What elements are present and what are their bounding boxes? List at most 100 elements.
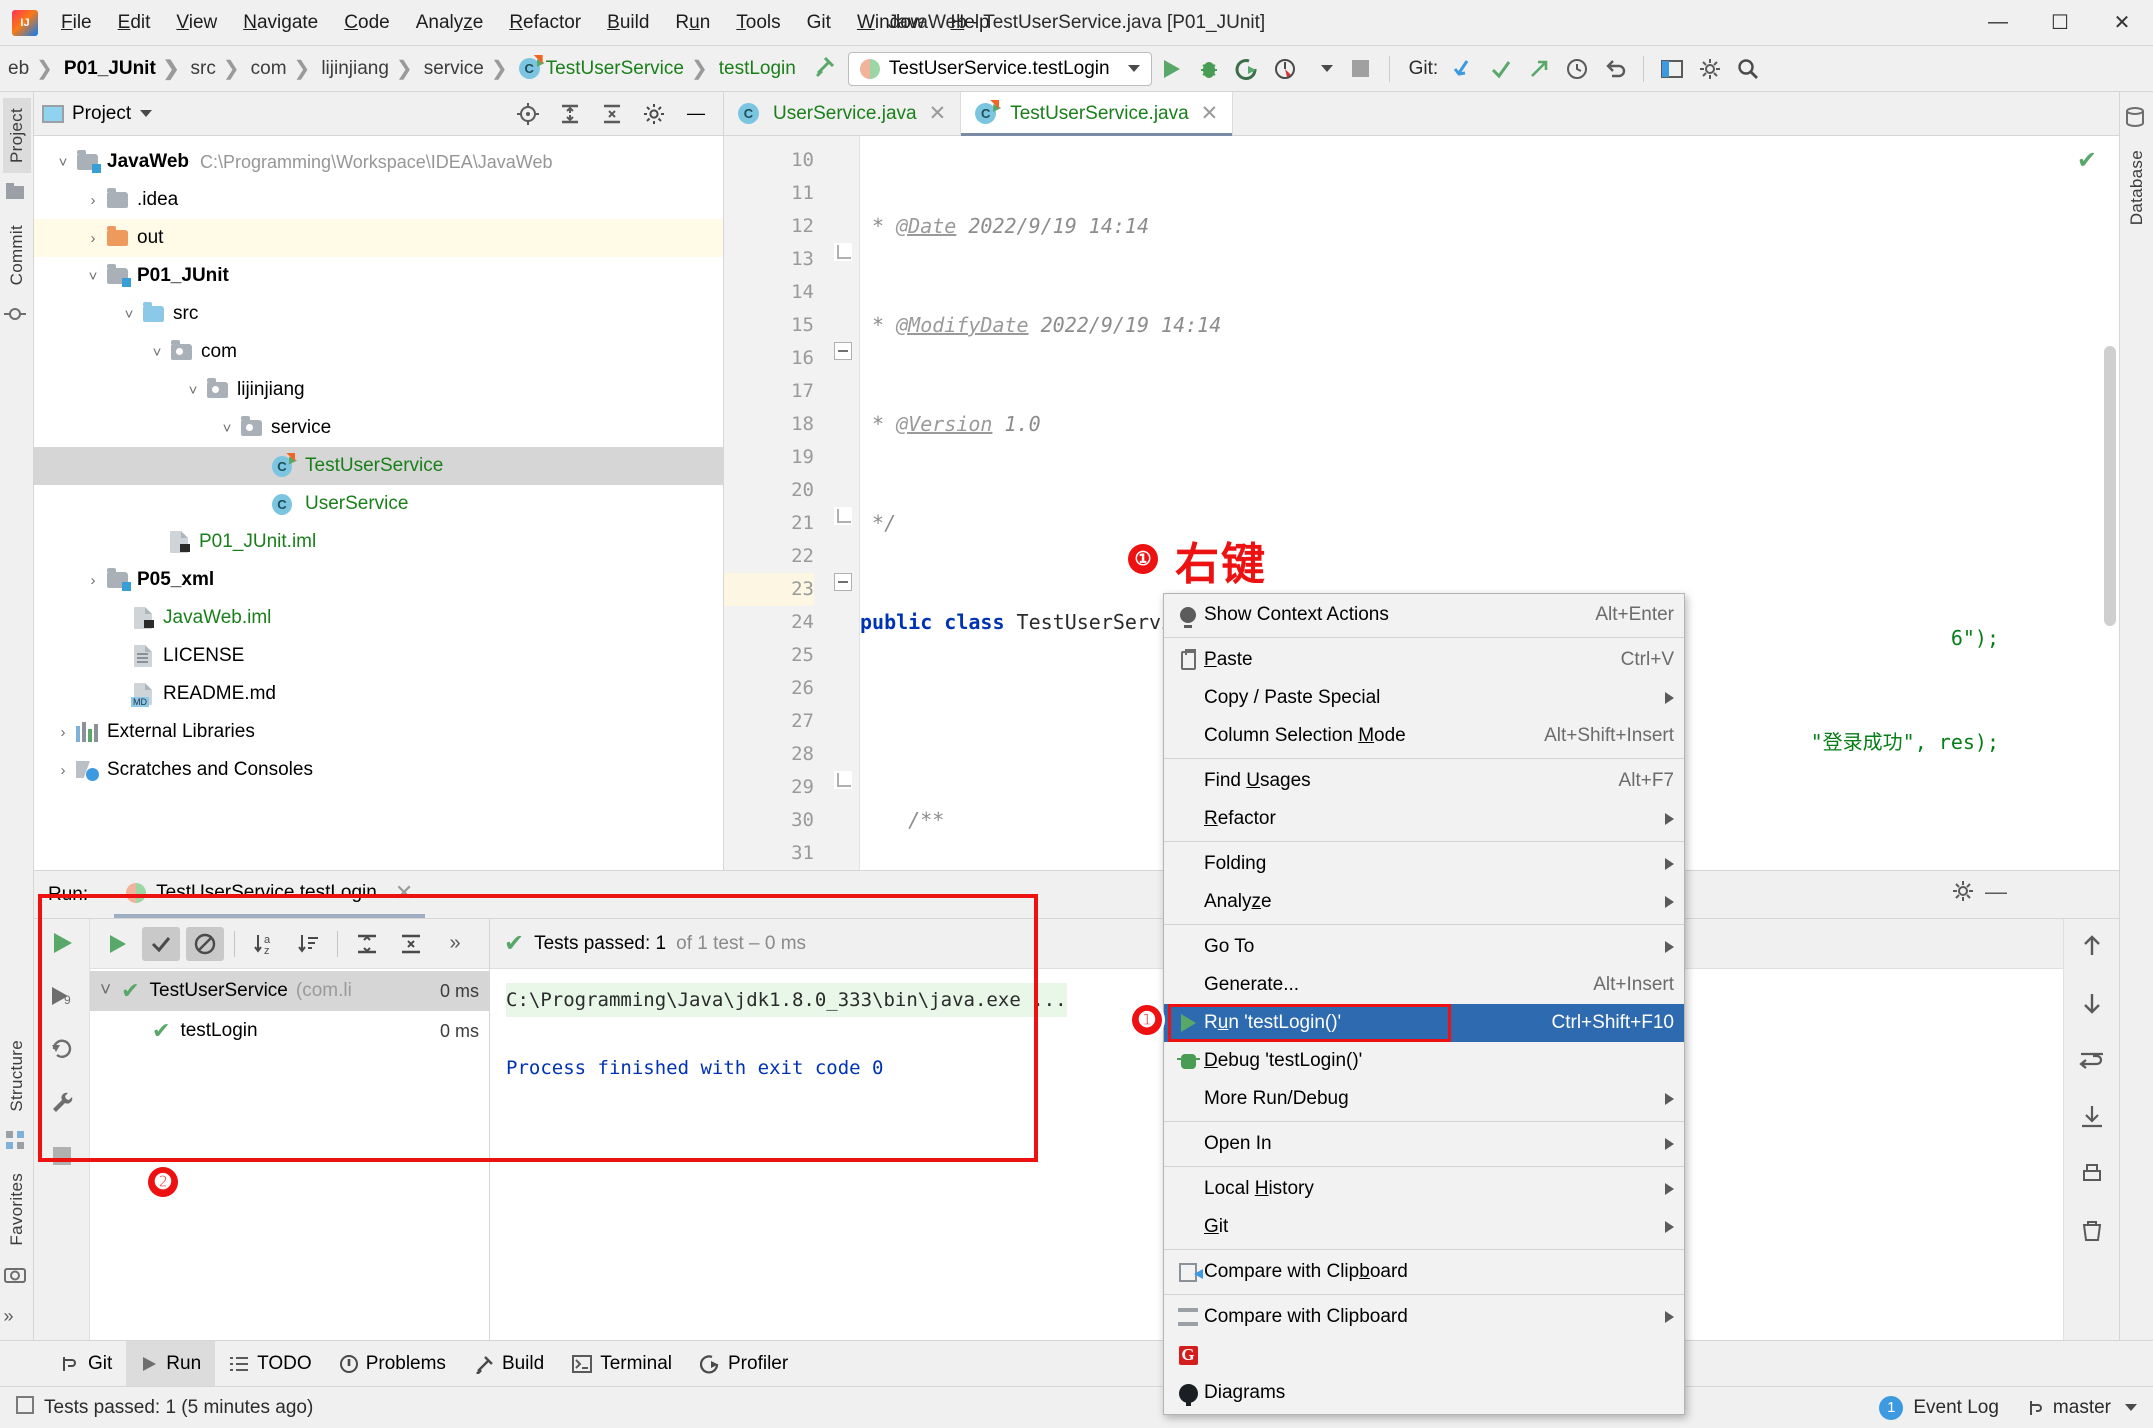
menu-git[interactable]: Git: [794, 8, 844, 38]
commit-rail-icon[interactable]: [3, 303, 30, 329]
tab-testuserservice-java[interactable]: C TestUserService.java ✕: [961, 92, 1234, 136]
hide-run-window-icon[interactable]: —: [1985, 879, 2007, 909]
toggle-tool-window-icon[interactable]: [1653, 51, 1691, 87]
menu-item-column-selection-mode[interactable]: Column Selection Mode Alt+Shift+Insert: [1164, 717, 1684, 755]
menu-item-show-context-actions[interactable]: Show Context Actions Alt+Enter: [1164, 596, 1684, 634]
run-with-coverage-button[interactable]: [1228, 51, 1266, 87]
close-icon[interactable]: ✕: [929, 101, 947, 126]
close-button[interactable]: ✕: [2091, 0, 2153, 46]
menu-item-find-usages[interactable]: Find Usages Alt+F7: [1164, 762, 1684, 800]
breadcrumb-item-2[interactable]: src ❯: [189, 56, 249, 81]
breadcrumb-item-0[interactable]: eb ❯: [6, 56, 62, 81]
breadcrumb-item-3[interactable]: com ❯: [249, 56, 320, 81]
git-commit-icon[interactable]: [1482, 51, 1520, 87]
breadcrumb-item-6[interactable]: C TestUserService ❯: [517, 56, 717, 81]
rerun-failed-icon[interactable]: 9: [48, 982, 76, 1015]
tree-row-testuserservice[interactable]: C TestUserService: [34, 447, 723, 485]
tab-userservice-java[interactable]: C UserService.java ✕: [724, 92, 962, 135]
show-ignored-toggle[interactable]: [186, 926, 224, 961]
chevron-right-icon[interactable]: ›: [82, 572, 104, 589]
stop-button[interactable]: [1342, 51, 1380, 87]
editor-context-menu[interactable]: Show Context Actions Alt+Enter Paste Ctr…: [1163, 593, 1685, 1415]
tree-row-scratches[interactable]: › Scratches and Consoles: [34, 751, 723, 789]
breadcrumb-item-4[interactable]: lijinjiang ❯: [319, 56, 421, 81]
menu-analyze[interactable]: Analyze: [403, 8, 497, 38]
hide-panel-button[interactable]: —: [677, 96, 715, 132]
menu-item-diagrams[interactable]: Compare with Clipboard: [1164, 1298, 1684, 1336]
expand-rail-icon[interactable]: »: [4, 1306, 30, 1332]
fold-collapse-icon[interactable]: [834, 573, 852, 591]
test-tree-row-class[interactable]: ˅ ✔ TestUserService (com.li 0 ms: [90, 971, 489, 1011]
menu-item-local-history[interactable]: Local History: [1164, 1170, 1684, 1208]
project-rail-icon[interactable]: [4, 181, 30, 207]
menu-item-analyze[interactable]: Analyze: [1164, 883, 1684, 921]
rail-tab-database[interactable]: Database: [2123, 140, 2151, 235]
chevron-down-icon[interactable]: ˅: [100, 980, 111, 1002]
rail-tab-commit[interactable]: Commit: [3, 215, 31, 295]
test-tree-row-method[interactable]: ✔ testLogin 0 ms: [90, 1011, 489, 1051]
profile-button[interactable]: [1266, 51, 1304, 87]
stop-icon[interactable]: [52, 1147, 71, 1165]
tree-row-com[interactable]: ˅ com: [34, 333, 723, 371]
fold-end-icon[interactable]: [834, 507, 852, 525]
close-icon[interactable]: ✕: [1201, 101, 1219, 126]
menu-help[interactable]: Help: [938, 8, 1003, 38]
run-window-tab[interactable]: TestUserService.testLogin ✕: [114, 872, 426, 918]
breadcrumb-item-5[interactable]: service ❯: [422, 56, 517, 81]
tree-row-p01-junit[interactable]: ˅ P01_JUnit: [34, 257, 723, 295]
settings-wrench-icon[interactable]: [48, 1088, 76, 1121]
scroll-to-end-icon[interactable]: [2079, 1104, 2105, 1135]
menu-item-git[interactable]: Git: [1164, 1208, 1684, 1246]
tree-row-p05-xml[interactable]: › P05_xml: [34, 561, 723, 599]
git-update-icon[interactable]: [1444, 51, 1482, 87]
build-hammer-icon[interactable]: [812, 53, 838, 84]
soft-wrap-icon[interactable]: [2078, 1047, 2105, 1078]
maximize-button[interactable]: ☐: [2029, 0, 2091, 46]
chevron-down-icon[interactable]: ˅: [216, 420, 238, 437]
run-settings-icon[interactable]: [1951, 879, 1975, 909]
menu-item-copy-paste-special[interactable]: Copy / Paste Special: [1164, 679, 1684, 717]
search-icon[interactable]: [1729, 51, 1767, 87]
scroll-up-icon[interactable]: [2079, 933, 2105, 964]
bottom-tab-problems[interactable]: Problems: [326, 1341, 460, 1387]
tree-row-javaweb-iml[interactable]: JavaWeb.iml: [34, 599, 723, 637]
profile-dropdown-arrow[interactable]: [1304, 51, 1342, 87]
bottom-tab-terminal[interactable]: Terminal: [558, 1341, 686, 1387]
menu-item-debug-testlogin[interactable]: Debug 'testLogin()': [1164, 1042, 1684, 1080]
menu-item-folding[interactable]: Folding: [1164, 845, 1684, 883]
breadcrumb-item-1[interactable]: P01_JUnit ❯: [62, 56, 189, 81]
menu-item-go-to[interactable]: Go To: [1164, 928, 1684, 966]
close-icon[interactable]: ✕: [395, 880, 413, 906]
settings-icon[interactable]: [1691, 51, 1729, 87]
collapse-all-button[interactable]: [593, 96, 631, 132]
menu-item-generate[interactable]: Generate... Alt+Insert: [1164, 966, 1684, 1004]
menu-run[interactable]: Run: [662, 8, 723, 38]
show-passed-toggle[interactable]: [142, 926, 180, 961]
run-configuration-selector[interactable]: TestUserService.testLogin: [847, 51, 1152, 86]
toggle-auto-test-icon[interactable]: [48, 1035, 76, 1068]
menu-item-create-gist-github[interactable]: Diagrams: [1164, 1374, 1684, 1412]
tree-row-userservice[interactable]: C UserService: [34, 485, 723, 523]
menu-window[interactable]: Window: [844, 8, 938, 38]
menu-navigate[interactable]: Navigate: [230, 8, 331, 38]
minimize-button[interactable]: —: [1967, 0, 2029, 46]
test-tree[interactable]: ˅ ✔ TestUserService (com.li 0 ms ✔ testL…: [90, 969, 489, 1340]
undo-icon[interactable]: [1596, 51, 1634, 87]
tree-row-p01-junit-iml[interactable]: P01_JUnit.iml: [34, 523, 723, 561]
run-button[interactable]: [1152, 51, 1190, 87]
event-log-button[interactable]: 1 Event Log: [1879, 1395, 1999, 1420]
scroll-from-source-button[interactable]: [509, 96, 547, 132]
fold-end-icon[interactable]: [834, 771, 852, 789]
tree-row-readme[interactable]: README.md: [34, 675, 723, 713]
menu-item-compare-with-clipboard[interactable]: Compare with Clipboard: [1164, 1253, 1684, 1291]
chevron-down-icon[interactable]: ˅: [146, 344, 168, 361]
menu-item-more-run-debug[interactable]: More Run/Debug: [1164, 1080, 1684, 1118]
rail-tab-favorites[interactable]: Favorites: [3, 1163, 31, 1256]
menu-code[interactable]: Code: [331, 8, 402, 38]
rerun-icon[interactable]: [48, 929, 76, 962]
collapse-all-icon[interactable]: [392, 927, 430, 961]
fold-collapse-icon[interactable]: [834, 342, 852, 360]
bottom-tab-run[interactable]: Run: [126, 1340, 216, 1387]
menu-tools[interactable]: Tools: [723, 8, 793, 38]
menu-file[interactable]: File: [48, 8, 105, 38]
